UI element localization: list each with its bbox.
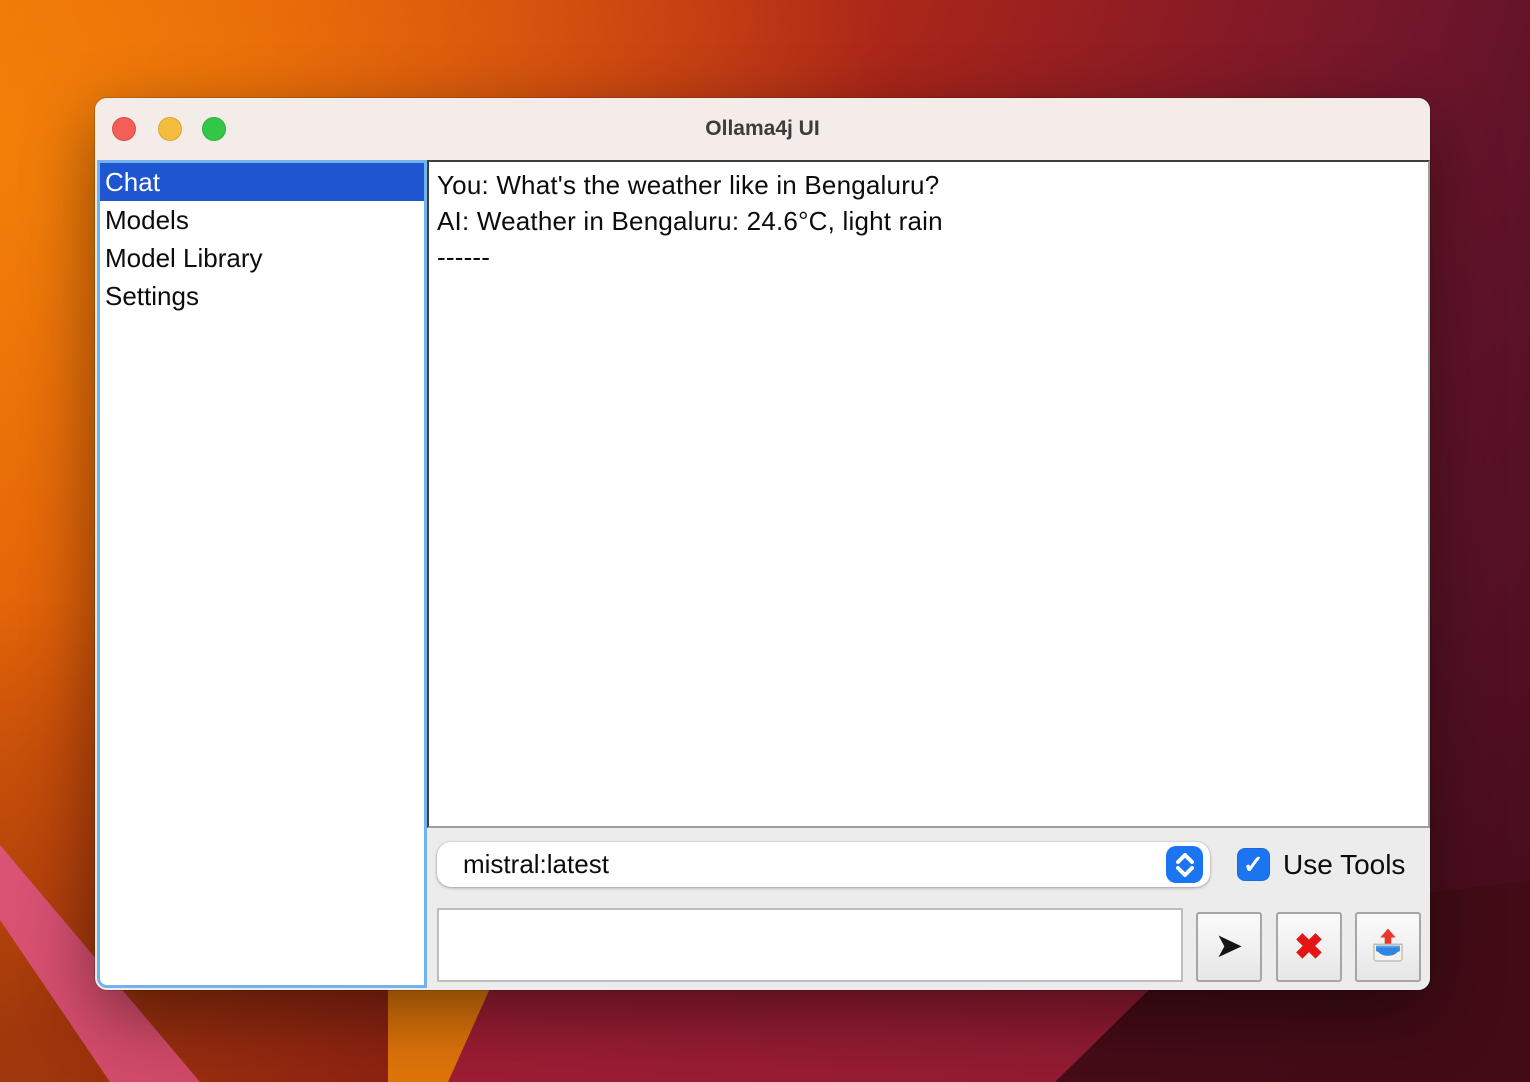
clear-x-icon: ✖ xyxy=(1294,926,1324,968)
screen: Ollama4j UI Chat Models Model Library Se… xyxy=(0,0,1530,1082)
use-tools-checkbox[interactable]: ✓ xyxy=(1237,848,1270,881)
chevron-up-down-icon xyxy=(1173,852,1197,878)
sidebar-item[interactable]: Settings xyxy=(100,277,424,315)
chat-transcript[interactable]: You: What's the weather like in Bengalur… xyxy=(427,160,1430,828)
send-arrow-icon: ➤ xyxy=(1215,926,1244,966)
outbox-tray-icon xyxy=(1367,926,1409,968)
composer-panel: mistral:latest ✓ Use Tools ➤ ✖ xyxy=(427,828,1430,990)
send-button[interactable]: ➤ xyxy=(1196,912,1262,982)
use-tools-toggle[interactable]: ✓ Use Tools xyxy=(1237,842,1405,887)
app-window: Ollama4j UI Chat Models Model Library Se… xyxy=(95,98,1430,990)
chat-line: You: What's the weather like in Bengalur… xyxy=(437,167,1420,203)
sidebar-nav: Chat Models Model Library Settings xyxy=(97,160,427,988)
combobox-stepper-icon[interactable] xyxy=(1166,846,1203,883)
sidebar-item[interactable]: Chat xyxy=(100,163,424,201)
window-title: Ollama4j UI xyxy=(95,98,1430,160)
message-input[interactable] xyxy=(437,908,1183,982)
clear-button[interactable]: ✖ xyxy=(1276,912,1342,982)
checkmark-icon: ✓ xyxy=(1243,850,1264,880)
upload-button[interactable] xyxy=(1355,912,1421,982)
sidebar-item[interactable]: Models xyxy=(100,201,424,239)
titlebar[interactable]: Ollama4j UI xyxy=(95,98,1430,160)
chat-line: AI: Weather in Bengaluru: 24.6°C, light … xyxy=(437,203,1420,239)
model-selector-combobox[interactable]: mistral:latest xyxy=(437,842,1210,887)
chat-line: ------ xyxy=(437,239,1420,275)
sidebar-item[interactable]: Model Library xyxy=(100,239,424,277)
use-tools-label: Use Tools xyxy=(1283,849,1405,881)
model-selector-value: mistral:latest xyxy=(463,842,609,887)
